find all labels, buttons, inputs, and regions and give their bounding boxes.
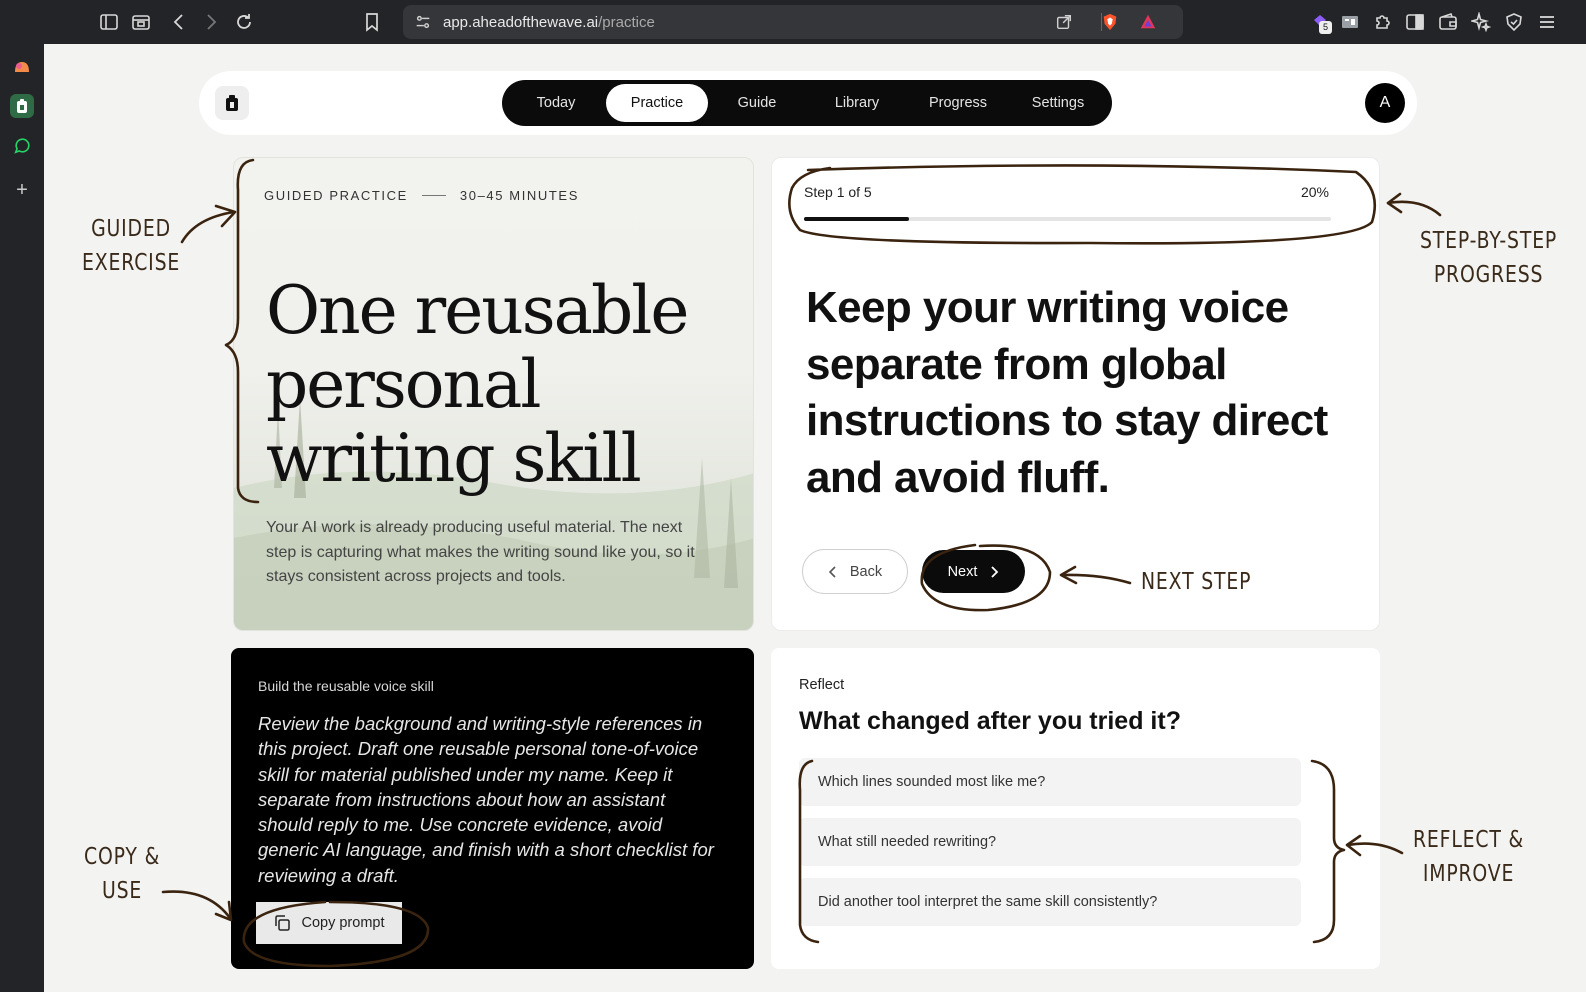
nav-tabs: Today Practice Guide Library Progress Se… <box>502 80 1112 126</box>
annotation-line: IMPROVE <box>1422 861 1515 887</box>
sidebar-add-icon[interactable]: + <box>10 178 34 202</box>
hero-card: GUIDED PRACTICE 30–45 MINUTES One reusab… <box>233 157 754 631</box>
annotation-line: REFLECT & <box>1413 827 1525 853</box>
annotation-line: GUIDED <box>91 216 171 242</box>
browser-toolbar: app.aheadofthewave.ai/practice 5 <box>0 0 1586 44</box>
annotation-next-step: NEXT STEP <box>1141 565 1251 599</box>
chevron-right-icon <box>991 565 999 578</box>
extension-badge-count: 5 <box>1319 21 1332 34</box>
copy-prompt-label: Copy prompt <box>301 915 385 931</box>
reflect-kicker: Reflect <box>799 677 845 693</box>
side-panel-icon[interactable] <box>1404 11 1426 33</box>
site-settings-icon[interactable] <box>412 11 434 33</box>
sidebar-app-active-icon[interactable] <box>10 94 34 118</box>
tab-practice[interactable]: Practice <box>606 84 708 122</box>
menu-icon[interactable] <box>1536 11 1558 33</box>
duration-label: 30–45 MINUTES <box>459 188 579 203</box>
brave-rewards-icon[interactable] <box>1137 11 1159 33</box>
annotation-line: PROGRESS <box>1433 262 1544 288</box>
annotation-guided-exercise: GUIDED EXERCISE <box>82 212 180 280</box>
prompt-title: Build the reusable voice skill <box>258 678 434 694</box>
progress-bar <box>804 217 1331 221</box>
tab-today[interactable]: Today <box>506 84 606 122</box>
step-counter: Step 1 of 5 <box>804 184 872 200</box>
prompt-card: Build the reusable voice skill Review th… <box>231 648 754 969</box>
app-navbar: Today Practice Guide Library Progress Se… <box>199 71 1417 135</box>
reflect-title: What changed after you tried it? <box>799 707 1181 735</box>
annotation-reflect-improve: REFLECT & IMPROVE <box>1413 823 1524 891</box>
sidebar-toggle-icon[interactable] <box>98 11 120 33</box>
annotation-line: STEP-BY-STEP <box>1420 228 1558 254</box>
back-button-label: Back <box>849 563 883 580</box>
annotation-line: USE <box>101 878 143 904</box>
tab-library[interactable]: Library <box>806 84 908 122</box>
tab-progress[interactable]: Progress <box>908 84 1008 122</box>
address-bar[interactable]: app.aheadofthewave.ai/practice <box>403 5 1183 39</box>
user-avatar[interactable]: A <box>1365 83 1405 123</box>
forward-arrow-icon[interactable] <box>200 11 222 33</box>
next-button[interactable]: Next <box>922 550 1025 593</box>
brave-shields-icon[interactable] <box>1099 11 1121 33</box>
step-instruction: Keep your writing voice separate from gl… <box>806 283 1328 502</box>
prompt-body: Review the background and writing-style … <box>258 713 714 886</box>
progress-bar-fill <box>804 217 910 221</box>
page: Today Practice Guide Library Progress Se… <box>44 44 1586 992</box>
tab-groups-icon[interactable] <box>130 11 152 33</box>
back-arrow-icon[interactable] <box>168 11 190 33</box>
back-button[interactable]: Back <box>802 549 908 594</box>
step-card: Step 1 of 5 20% Keep your writing voice … <box>771 157 1380 631</box>
url-path: /practice <box>598 14 655 31</box>
next-button-label: Next <box>947 563 978 580</box>
annotation-step-progress: STEP-BY-STEP PROGRESS <box>1420 224 1557 292</box>
wallet-icon[interactable] <box>1437 11 1459 33</box>
browser-sidebar: + <box>0 44 44 992</box>
reflect-card: Reflect What changed after you tried it?… <box>771 648 1380 969</box>
tab-settings[interactable]: Settings <box>1008 84 1108 122</box>
reflect-question[interactable]: Which lines sounded most like me? <box>799 758 1301 806</box>
url-host: app.aheadofthewave.ai <box>443 14 599 31</box>
sidebar-app-whatsapp-icon[interactable] <box>10 134 34 158</box>
reflect-question[interactable]: What still needed rewriting? <box>799 818 1301 866</box>
url-text[interactable]: app.aheadofthewave.ai/practice <box>443 14 655 31</box>
tab-guide[interactable]: Guide <box>708 84 806 122</box>
extension-badge-icon[interactable]: 5 <box>1309 11 1332 34</box>
bookmark-icon[interactable] <box>361 11 383 33</box>
open-external-icon[interactable] <box>1053 11 1075 33</box>
hero-kicker: GUIDED PRACTICE 30–45 MINUTES <box>264 188 579 203</box>
annotation-line: EXERCISE <box>82 250 181 276</box>
translate-extension-icon[interactable] <box>1339 11 1361 33</box>
vpn-shield-icon[interactable] <box>1503 11 1525 33</box>
hero-description: Your AI work is already producing useful… <box>266 519 695 585</box>
app-logo-icon[interactable] <box>215 86 249 120</box>
hero-title: One reusable personal writing skill <box>266 272 689 497</box>
sidebar-app-leo-icon[interactable] <box>10 56 34 80</box>
copy-prompt-button[interactable]: Copy prompt <box>256 902 402 944</box>
copy-icon <box>275 915 291 931</box>
kicker-divider <box>421 195 446 196</box>
leo-ai-sparkle-icon[interactable] <box>1470 11 1492 33</box>
extensions-puzzle-icon[interactable] <box>1372 11 1394 33</box>
chevron-left-icon <box>828 565 836 578</box>
reload-icon[interactable] <box>233 11 255 33</box>
practice-type-label: GUIDED PRACTICE <box>264 188 408 203</box>
step-percent: 20% <box>1300 184 1329 200</box>
annotation-line: COPY & <box>84 844 161 870</box>
annotation-copy-use: COPY & USE <box>84 840 160 908</box>
annotation-line: NEXT STEP <box>1141 569 1252 595</box>
reflect-question[interactable]: Did another tool interpret the same skil… <box>799 878 1301 926</box>
